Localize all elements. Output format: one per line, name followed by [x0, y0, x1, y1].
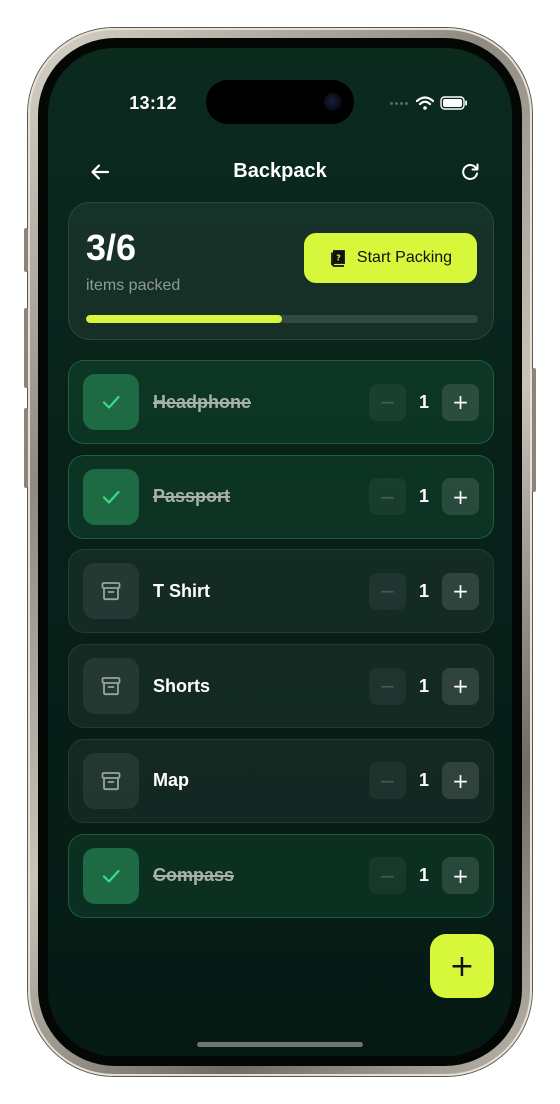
- item-name: Map: [153, 770, 189, 791]
- plus-icon: +: [452, 863, 469, 888]
- check-icon: [100, 486, 122, 508]
- packed-count: 3/6: [86, 227, 137, 268]
- item-quantity: 1: [418, 770, 429, 791]
- wifi-icon: [416, 96, 434, 110]
- status-indicators: [390, 96, 468, 110]
- quantity-stepper: − 1 +: [369, 762, 479, 800]
- plus-icon: +: [452, 674, 469, 699]
- item-quantity: 1: [418, 865, 429, 885]
- item-name: Headphone: [153, 391, 252, 412]
- item-name: Shorts: [153, 675, 211, 696]
- item-quantity: 1: [418, 486, 429, 507]
- refresh-button[interactable]: [452, 154, 488, 190]
- increase-quantity-button[interactable]: +: [442, 762, 479, 800]
- app-screen: 13:12 Backpack 3/6 items packed ? Start …: [48, 48, 512, 1056]
- archive-box-icon: [99, 674, 123, 698]
- increase-quantity-button[interactable]: +: [442, 857, 479, 894]
- refresh-icon: [462, 163, 479, 180]
- add-item-button[interactable]: +: [430, 934, 494, 998]
- plus-icon: +: [452, 579, 469, 604]
- item-name: T Shirt: [153, 580, 210, 601]
- start-packing-label: Start Packing: [356, 249, 453, 266]
- item-quantity: 1: [418, 675, 429, 696]
- home-indicator: [197, 1042, 363, 1047]
- quantity-stepper: − 1 +: [369, 857, 479, 894]
- item-row[interactable]: Shorts − 1 +: [68, 644, 494, 729]
- svg-text:?: ?: [336, 254, 341, 263]
- quantity-stepper: − 1 +: [369, 383, 479, 421]
- decrease-quantity-button[interactable]: −: [369, 857, 406, 894]
- item-row[interactable]: Compass − 1 +: [68, 833, 494, 918]
- action-button: [24, 228, 28, 272]
- packed-toggle[interactable]: [83, 374, 139, 430]
- item-row[interactable]: Map − 1 +: [68, 738, 494, 823]
- camera-icon: [324, 93, 342, 111]
- decrease-quantity-button[interactable]: −: [369, 478, 406, 516]
- increase-quantity-button[interactable]: +: [442, 478, 479, 516]
- plus-icon: +: [449, 948, 475, 984]
- minus-icon: −: [379, 863, 396, 888]
- minus-icon: −: [379, 579, 396, 604]
- check-icon: [100, 865, 122, 887]
- status-time: 13:12: [129, 93, 177, 113]
- archive-box-icon: [99, 579, 123, 603]
- packed-toggle[interactable]: [83, 847, 139, 904]
- battery-icon: [440, 96, 467, 110]
- unpacked-toggle[interactable]: [83, 752, 139, 809]
- minus-icon: −: [379, 390, 396, 414]
- volume-up-button: [24, 308, 28, 388]
- unpacked-toggle[interactable]: [83, 658, 139, 715]
- item-name: Passport: [153, 486, 231, 507]
- unpacked-toggle[interactable]: [83, 563, 139, 620]
- cellular-signal-icon: [390, 101, 408, 105]
- item-row[interactable]: T Shirt − 1 +: [68, 549, 494, 634]
- item-quantity: 1: [418, 580, 429, 601]
- decrease-quantity-button[interactable]: −: [369, 572, 406, 610]
- increase-quantity-button[interactable]: +: [442, 572, 479, 610]
- item-row[interactable]: Passport − 1 +: [68, 454, 494, 539]
- packing-summary-card: 3/6 items packed ? Start Packing: [68, 202, 494, 340]
- volume-down-button: [24, 408, 28, 488]
- book-icon: ?: [331, 250, 345, 267]
- minus-icon: −: [379, 674, 396, 699]
- packed-subtitle: items packed: [86, 277, 181, 294]
- archive-box-icon: [99, 769, 123, 793]
- minus-icon: −: [379, 484, 396, 509]
- decrease-quantity-button[interactable]: −: [369, 762, 406, 800]
- decrease-quantity-button[interactable]: −: [369, 383, 406, 421]
- increase-quantity-button[interactable]: +: [442, 667, 479, 705]
- item-name: Compass: [153, 865, 235, 885]
- packing-progress-fill: [86, 315, 282, 323]
- page-title: Backpack: [233, 160, 327, 182]
- minus-icon: −: [379, 768, 396, 793]
- packing-progress-bar: [86, 315, 478, 323]
- plus-icon: +: [452, 484, 469, 509]
- dynamic-island: [206, 80, 354, 124]
- power-button: [532, 368, 536, 492]
- increase-quantity-button[interactable]: +: [442, 383, 479, 421]
- item-quantity: 1: [418, 391, 429, 412]
- quantity-stepper: − 1 +: [369, 667, 479, 705]
- decrease-quantity-button[interactable]: −: [369, 667, 406, 705]
- packed-toggle[interactable]: [83, 468, 139, 525]
- item-row[interactable]: Headphone − 1 +: [68, 360, 494, 444]
- quantity-stepper: − 1 +: [369, 572, 479, 610]
- plus-icon: +: [452, 768, 469, 793]
- check-icon: [100, 391, 122, 413]
- plus-icon: +: [452, 390, 469, 414]
- phone-frame: 13:12 Backpack 3/6 items packed ? Start …: [24, 28, 536, 1076]
- start-packing-button[interactable]: ? Start Packing: [304, 233, 477, 283]
- quantity-stepper: − 1 +: [369, 478, 479, 516]
